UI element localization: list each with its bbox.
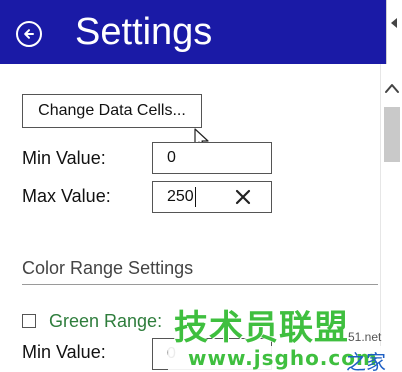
- back-button[interactable]: [16, 21, 42, 47]
- min-value-text: 0: [167, 149, 176, 166]
- clear-input-button[interactable]: [235, 189, 251, 205]
- change-data-cells-button[interactable]: Change Data Cells...: [22, 94, 202, 128]
- scroll-up-button[interactable]: [384, 82, 400, 94]
- chevron-left-icon[interactable]: [391, 18, 397, 28]
- color-range-section-title: Color Range Settings: [22, 258, 194, 278]
- section-divider: [22, 284, 378, 285]
- min-value-input[interactable]: 0: [152, 142, 272, 174]
- green-range-label: Green Range:: [49, 310, 163, 331]
- max-value-text: 250: [167, 188, 194, 205]
- green-range-option[interactable]: Green Range:: [22, 310, 162, 332]
- green-min-value-text: 0: [167, 345, 176, 362]
- back-arrow-icon: [24, 29, 34, 39]
- settings-header: Settings: [0, 0, 386, 64]
- text-caret: [194, 187, 196, 207]
- scroll-thumb[interactable]: [384, 107, 400, 162]
- green-min-value-input[interactable]: 0: [152, 338, 272, 370]
- min-value-label: Min Value:: [22, 148, 106, 168]
- green-min-value-label: Min Value:: [22, 342, 106, 362]
- close-icon: [235, 189, 251, 205]
- settings-pane: Settings Change Data Cells... Min Value:…: [0, 0, 402, 372]
- pane-edge: [386, 0, 402, 64]
- vertical-scrollbar[interactable]: [380, 64, 402, 372]
- green-range-checkbox[interactable]: [22, 314, 36, 328]
- page-title: Settings: [75, 11, 213, 53]
- max-value-input[interactable]: 250: [152, 181, 272, 213]
- chevron-up-icon: [385, 84, 399, 93]
- settings-content: Change Data Cells... Min Value: 0 Max Va…: [0, 64, 380, 372]
- max-value-label: Max Value:: [22, 186, 111, 206]
